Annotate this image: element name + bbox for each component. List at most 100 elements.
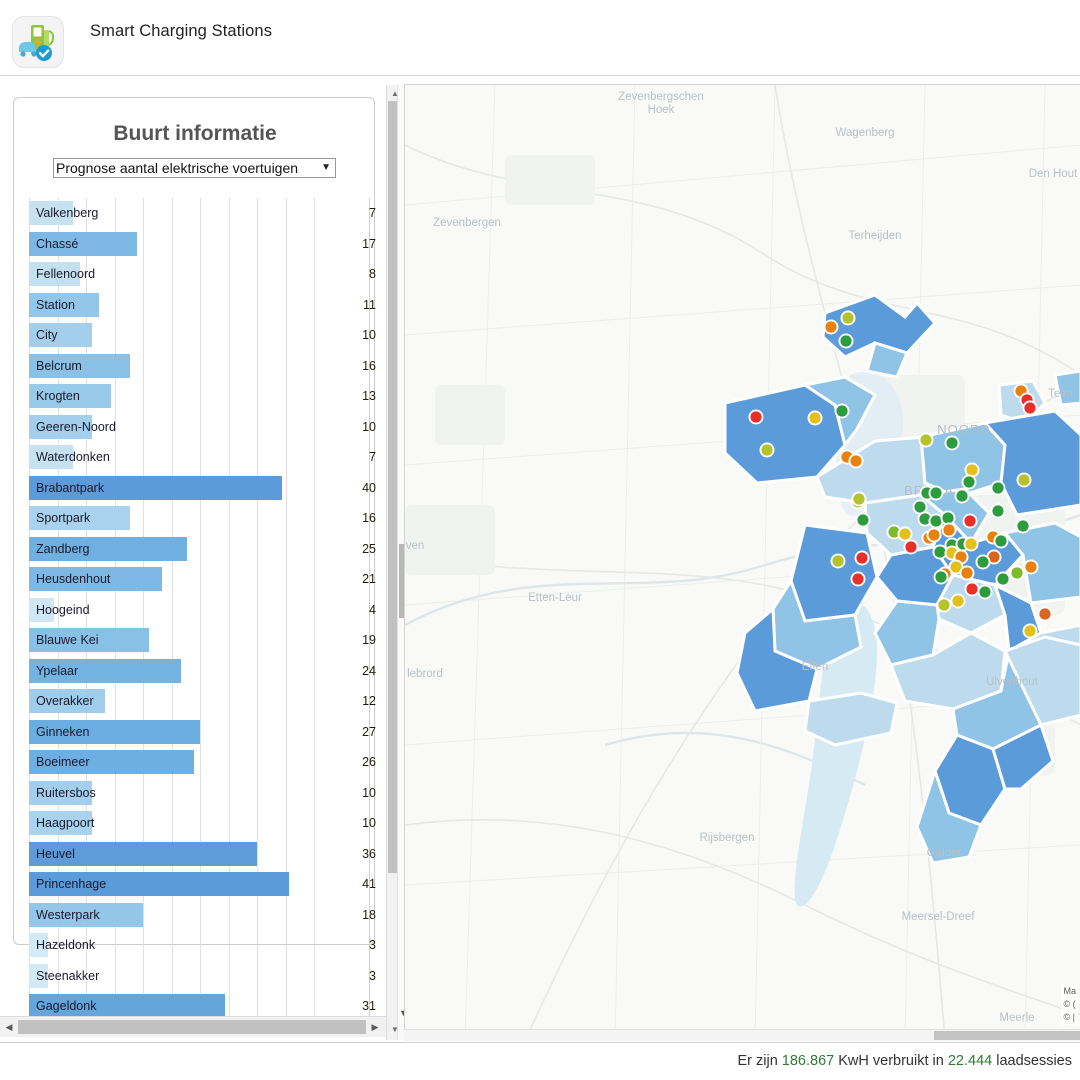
marker-dot[interactable] xyxy=(920,434,932,446)
charging-station-marker[interactable] xyxy=(995,571,1011,587)
bar-row[interactable]: City 10 xyxy=(14,320,386,351)
charging-station-marker[interactable] xyxy=(840,310,856,326)
charging-station-marker[interactable] xyxy=(851,491,867,507)
charging-station-marker[interactable] xyxy=(975,554,991,570)
bar-row[interactable]: Belcrum 16 xyxy=(14,351,386,382)
bar-row[interactable]: Hazeldonk 3 xyxy=(14,930,386,961)
marker-dot[interactable] xyxy=(856,552,868,564)
marker-dot[interactable] xyxy=(1039,608,1051,620)
charging-station-marker[interactable] xyxy=(1037,606,1053,622)
charging-station-marker[interactable] xyxy=(944,435,960,451)
bar-row[interactable]: Zandberg 25 xyxy=(14,534,386,565)
marker-dot[interactable] xyxy=(930,487,942,499)
bar-row[interactable]: Heuvel 36 xyxy=(14,839,386,870)
charging-station-marker[interactable] xyxy=(941,522,957,538)
charging-station-marker[interactable] xyxy=(936,597,952,613)
charging-station-marker[interactable] xyxy=(848,453,864,469)
bar-row[interactable]: Heusdenhout 21 xyxy=(14,564,386,595)
marker-dot[interactable] xyxy=(930,515,942,527)
bar-row[interactable]: Blauwe Kei 19 xyxy=(14,625,386,656)
marker-dot[interactable] xyxy=(853,493,865,505)
bar-row[interactable]: Brabantpark 40 xyxy=(14,473,386,504)
marker-dot[interactable] xyxy=(946,437,958,449)
marker-dot[interactable] xyxy=(750,411,762,423)
charging-station-marker[interactable] xyxy=(990,503,1006,519)
bar-row[interactable]: Krogten 13 xyxy=(14,381,386,412)
charging-station-marker[interactable] xyxy=(959,565,975,581)
bar-row[interactable]: Waterdonken 7 xyxy=(14,442,386,473)
marker-dot[interactable] xyxy=(966,464,978,476)
marker-dot[interactable] xyxy=(905,541,917,553)
charging-station-marker[interactable] xyxy=(759,442,775,458)
bar-row[interactable]: Boeimeer 26 xyxy=(14,747,386,778)
charging-station-marker[interactable] xyxy=(854,550,870,566)
charging-station-marker[interactable] xyxy=(855,512,871,528)
charging-station-marker[interactable] xyxy=(897,526,913,542)
marker-dot[interactable] xyxy=(952,595,964,607)
marker-dot[interactable] xyxy=(852,573,864,585)
bar-row[interactable]: Overakker 12 xyxy=(14,686,386,717)
bar-row[interactable]: Westerpark 18 xyxy=(14,900,386,931)
bar-row[interactable]: Haagpoort 10 xyxy=(14,808,386,839)
marker-dot[interactable] xyxy=(1024,402,1036,414)
bar-row[interactable]: Ruitersbos 10 xyxy=(14,778,386,809)
bar-row[interactable]: Princenhage 41 xyxy=(14,869,386,900)
bar-row[interactable]: Gageldonk 31 xyxy=(14,991,386,1016)
marker-dot[interactable] xyxy=(836,405,848,417)
map-canvas[interactable]: ZevenbergschenHoek Wagenberg Den Hout Zeven… xyxy=(405,85,1080,1040)
marker-dot[interactable] xyxy=(899,528,911,540)
marker-dot[interactable] xyxy=(992,505,1004,517)
charging-station-marker[interactable] xyxy=(1022,400,1038,416)
charging-station-marker[interactable] xyxy=(926,527,942,543)
charging-station-marker[interactable] xyxy=(933,569,949,585)
marker-dot[interactable] xyxy=(979,586,991,598)
charging-station-marker[interactable] xyxy=(964,581,980,597)
bar-row[interactable]: Valkenberg 7 xyxy=(14,198,386,229)
charging-station-marker[interactable] xyxy=(918,432,934,448)
charging-station-marker[interactable] xyxy=(961,474,977,490)
marker-dot[interactable] xyxy=(965,538,977,550)
marker-dot[interactable] xyxy=(1025,561,1037,573)
scrollbar-thumb[interactable] xyxy=(934,1031,1080,1040)
map-view[interactable]: Zevenbergschen Hoek Wagenberg Den Hout Zeven… xyxy=(404,84,1080,1040)
bar-row[interactable]: Ginneken 27 xyxy=(14,717,386,748)
charging-station-marker[interactable] xyxy=(993,533,1009,549)
charging-station-marker[interactable] xyxy=(834,403,850,419)
marker-dot[interactable] xyxy=(938,599,950,611)
bar-row[interactable]: Sportpark 16 xyxy=(14,503,386,534)
marker-dot[interactable] xyxy=(961,567,973,579)
marker-dot[interactable] xyxy=(935,571,947,583)
charging-station-marker[interactable] xyxy=(963,536,979,552)
marker-dot[interactable] xyxy=(997,573,1009,585)
marker-dot[interactable] xyxy=(809,412,821,424)
charging-station-marker[interactable] xyxy=(928,485,944,501)
scroll-right-icon[interactable]: ▶ xyxy=(370,1023,380,1032)
metric-select[interactable]: Prognose aantal elektrische voertuigen xyxy=(53,158,336,178)
charging-station-marker[interactable] xyxy=(954,488,970,504)
charging-station-marker[interactable] xyxy=(823,319,839,335)
marker-dot[interactable] xyxy=(992,482,1004,494)
charging-station-marker[interactable] xyxy=(838,333,854,349)
bar-row[interactable]: Fellenoord 8 xyxy=(14,259,386,290)
charging-station-marker[interactable] xyxy=(830,553,846,569)
bar-chart-scroll-area[interactable]: Valkenberg 7 Chassé 17 Fellenoord 8 Station 11 C… xyxy=(14,198,386,1016)
bar-row[interactable]: Ypelaar 24 xyxy=(14,656,386,687)
map-horizontal-scrollbar[interactable] xyxy=(404,1029,1080,1041)
marker-dot[interactable] xyxy=(934,546,946,558)
marker-dot[interactable] xyxy=(761,444,773,456)
marker-dot[interactable] xyxy=(963,476,975,488)
charging-station-marker[interactable] xyxy=(1015,518,1031,534)
charging-station-marker[interactable] xyxy=(748,409,764,425)
marker-dot[interactable] xyxy=(857,514,869,526)
marker-dot[interactable] xyxy=(966,583,978,595)
marker-dot[interactable] xyxy=(840,335,852,347)
marker-dot[interactable] xyxy=(964,515,976,527)
marker-dot[interactable] xyxy=(1017,520,1029,532)
charging-station-marker[interactable] xyxy=(990,480,1006,496)
marker-dot[interactable] xyxy=(977,556,989,568)
marker-dot[interactable] xyxy=(943,524,955,536)
marker-dot[interactable] xyxy=(832,555,844,567)
charging-station-marker[interactable] xyxy=(1022,623,1038,639)
charging-station-marker[interactable] xyxy=(807,410,823,426)
bar-row[interactable]: Geeren-Noord 10 xyxy=(14,412,386,443)
